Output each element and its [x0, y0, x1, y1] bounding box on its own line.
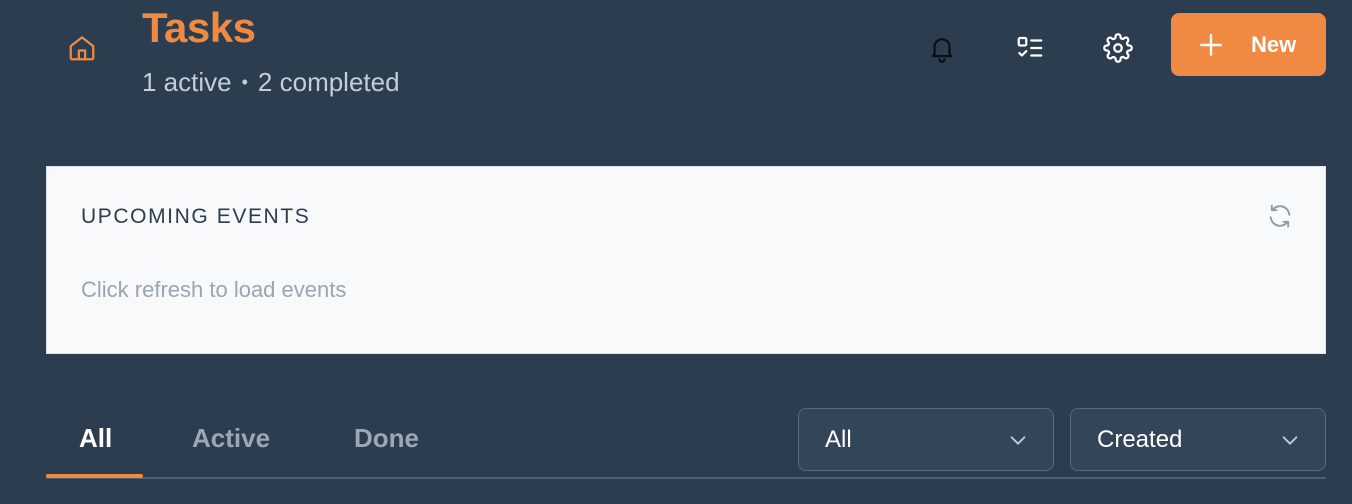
- new-button-label: New: [1251, 31, 1297, 57]
- new-task-button[interactable]: New: [1171, 13, 1326, 76]
- task-list-icon: [1017, 36, 1043, 57]
- filter-select-value: All: [825, 425, 852, 453]
- refresh-events-button[interactable]: [1265, 201, 1295, 231]
- task-summary: 1 active • 2 completed: [142, 66, 400, 98]
- home-icon: [69, 36, 95, 61]
- chevron-down-icon: [1279, 429, 1301, 451]
- page-title: Tasks: [142, 4, 256, 51]
- settings-button[interactable]: [1094, 24, 1142, 72]
- chevron-down-icon: [1007, 429, 1029, 451]
- notifications-button[interactable]: [918, 24, 966, 72]
- tab-done[interactable]: Done: [354, 420, 419, 456]
- refresh-icon: [1269, 204, 1291, 228]
- events-title: UPCOMING EVENTS: [81, 205, 311, 228]
- home-button[interactable]: [60, 26, 104, 70]
- sort-select[interactable]: Created: [1070, 408, 1326, 471]
- bell-icon: [931, 38, 953, 63]
- app-page: Tasks 1 active • 2 completed New UPCOMIN…: [0, 0, 1352, 504]
- plus-icon: [1197, 31, 1225, 59]
- gear-icon: [1103, 33, 1133, 63]
- tab-all[interactable]: All: [79, 420, 112, 456]
- sort-select-value: Created: [1097, 425, 1183, 453]
- events-empty-message: Click refresh to load events: [81, 277, 347, 302]
- summary-separator: •: [241, 72, 248, 92]
- tabs-divider: [46, 477, 1326, 479]
- active-count: 1 active: [142, 67, 232, 97]
- active-tab-indicator: [46, 474, 143, 478]
- filter-select[interactable]: All: [798, 408, 1054, 471]
- tab-active[interactable]: Active: [192, 420, 270, 456]
- upcoming-events-card: UPCOMING EVENTS Click refresh to load ev…: [46, 166, 1326, 354]
- task-list-button[interactable]: [1006, 24, 1054, 72]
- completed-count: 2 completed: [257, 67, 400, 97]
